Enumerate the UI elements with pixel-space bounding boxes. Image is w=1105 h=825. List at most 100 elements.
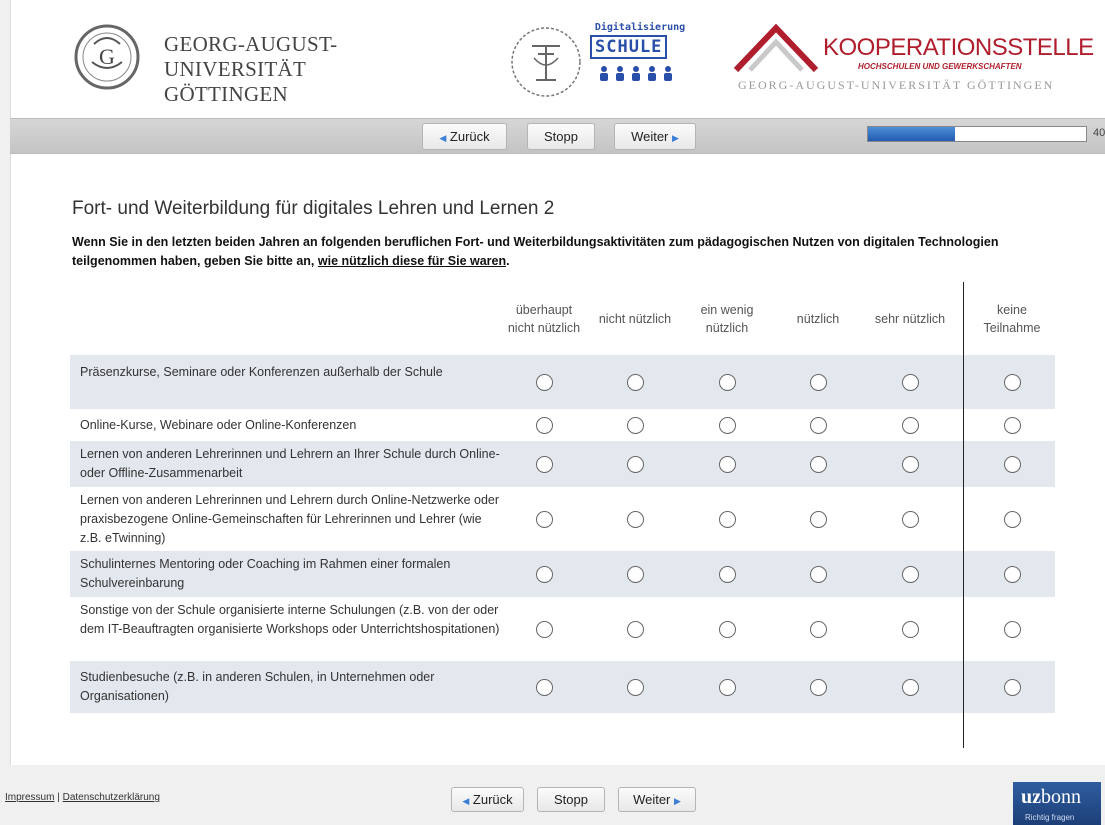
progress-label: 40% — [1093, 127, 1105, 139]
column-header: sehr nützlich — [874, 311, 946, 326]
university-name-line2: GÖTTINGEN — [164, 82, 289, 106]
radio-button[interactable] — [719, 374, 736, 391]
no-participation-divider — [963, 282, 964, 748]
radio-button[interactable] — [902, 621, 919, 638]
radio-button[interactable] — [902, 566, 919, 583]
next-arrow-icon: ▶ — [672, 133, 679, 143]
radio-button[interactable] — [810, 679, 827, 696]
question-row: Online-Kurse, Webinare oder Online-Konfe… — [70, 409, 1055, 441]
row-label: Schulinternes Mentoring oder Coaching im… — [80, 557, 451, 590]
back-button-top[interactable]: ◀ Zurück — [422, 123, 507, 150]
question-text: Wenn Sie in den letzten beiden Jahren an… — [72, 233, 1062, 271]
back-arrow-icon: ◀ — [462, 796, 470, 806]
column-header: überhaupt nicht nützlich — [507, 302, 581, 335]
question-row: Lernen von anderen Lehrerinnen und Lehre… — [70, 487, 1055, 551]
radio-button[interactable] — [627, 511, 644, 528]
radio-button[interactable] — [1004, 566, 1021, 583]
question-row: Präsenzkurse, Seminare oder Konferenzen … — [70, 355, 1055, 409]
question-row: Sonstige von der Schule organisierte int… — [70, 597, 1055, 661]
radio-button[interactable] — [902, 374, 919, 391]
radio-button[interactable] — [536, 456, 553, 473]
radio-button[interactable] — [1004, 374, 1021, 391]
digi-schule-badge: Digitalisierung SCHULE — [590, 22, 690, 102]
radio-button[interactable] — [1004, 511, 1021, 528]
radio-button[interactable] — [719, 679, 736, 696]
uzbonn-wordmark: uzbonn — [1021, 786, 1081, 808]
radio-button[interactable] — [1004, 417, 1021, 434]
question-title: Fort- und Weiterbildung für digitales Le… — [72, 198, 555, 219]
question-text-emphasis: wie nützlich diese für Sie waren — [317, 254, 507, 268]
radio-button[interactable] — [719, 417, 736, 434]
radio-button[interactable] — [719, 621, 736, 638]
grid-body: Präsenzkurse, Seminare oder Konferenzen … — [70, 355, 1055, 713]
next-arrow-icon: ▶ — [674, 796, 681, 806]
radio-button[interactable] — [810, 417, 827, 434]
university-seal-icon: G — [74, 24, 140, 90]
top-nav-bar: ◀ Zurück Stopp Weiter ▶ 40% — [10, 118, 1105, 154]
next-label: Weiter — [631, 129, 669, 144]
datenschutz-link[interactable]: Datenschutzerklärung — [63, 792, 160, 803]
radio-button[interactable] — [1004, 456, 1021, 473]
question-row: Lernen von anderen Lehrerinnen und Lehre… — [70, 441, 1055, 487]
radio-button[interactable] — [1004, 621, 1021, 638]
next-button-bottom[interactable]: Weiter ▶ — [618, 787, 696, 812]
radio-button[interactable] — [627, 456, 644, 473]
row-label: Präsenzkurse, Seminare oder Konferenzen … — [80, 365, 443, 379]
radio-button[interactable] — [627, 566, 644, 583]
progress-bar — [867, 126, 1087, 142]
back-button-bottom[interactable]: ◀ Zurück — [451, 787, 524, 812]
radio-button[interactable] — [536, 374, 553, 391]
row-label: Lernen von anderen Lehrerinnen und Lehre… — [80, 447, 500, 480]
radio-button[interactable] — [810, 374, 827, 391]
radio-button[interactable] — [627, 679, 644, 696]
digi-title: Digitalisierung — [594, 22, 686, 33]
radio-button[interactable] — [627, 374, 644, 391]
radio-button[interactable] — [902, 417, 919, 434]
row-label: Studienbesuche (z.B. in anderen Schulen,… — [80, 670, 435, 703]
footer-links: Impressum | Datenschutzerklärung — [5, 792, 160, 803]
radio-button[interactable] — [627, 417, 644, 434]
progress-fill — [868, 127, 956, 141]
radio-button[interactable] — [810, 621, 827, 638]
impressum-link[interactable]: Impressum — [5, 792, 54, 803]
next-label: Weiter — [633, 792, 671, 807]
radio-button[interactable] — [627, 621, 644, 638]
radio-button[interactable] — [810, 456, 827, 473]
koop-title: KOOPERATIONSSTELLE — [823, 34, 1094, 61]
stop-label: Stopp — [554, 792, 588, 807]
radio-button[interactable] — [536, 417, 553, 434]
radio-button[interactable] — [719, 456, 736, 473]
question-text-main: Wenn Sie in den letzten beiden Jahren an… — [72, 235, 999, 268]
koop-university: GEORG-AUGUST-UNIVERSITÄT GÖTTINGEN — [738, 78, 1055, 92]
question-row: Studienbesuche (z.B. in anderen Schulen,… — [70, 661, 1055, 713]
rating-grid: überhaupt nicht nützlich nicht nützlich ei… — [70, 282, 1055, 713]
radio-button[interactable] — [810, 566, 827, 583]
row-label: Online-Kurse, Webinare oder Online-Konfe… — [80, 417, 357, 432]
column-header: ein wenig nützlich — [700, 302, 754, 335]
grid-header: überhaupt nicht nützlich nicht nützlich ei… — [70, 282, 1055, 355]
column-header: nützlich — [796, 311, 840, 326]
radio-button[interactable] — [902, 511, 919, 528]
radio-button[interactable] — [902, 456, 919, 473]
back-label: Zurück — [449, 129, 490, 144]
radio-button[interactable] — [1004, 679, 1021, 696]
radio-button[interactable] — [810, 511, 827, 528]
stop-button-top[interactable]: Stopp — [527, 123, 595, 150]
column-header: nicht nützlich — [598, 311, 672, 326]
row-label: Sonstige von der Schule organisierte int… — [80, 602, 500, 636]
stop-button-bottom[interactable]: Stopp — [537, 787, 605, 812]
radio-button[interactable] — [536, 566, 553, 583]
radio-button[interactable] — [536, 621, 553, 638]
radio-button[interactable] — [536, 679, 553, 696]
question-text-end: . — [506, 254, 510, 268]
next-button-top[interactable]: Weiter ▶ — [614, 123, 696, 150]
uzbonn-tagline: Richtig fragen — [1025, 813, 1075, 822]
radio-button[interactable] — [536, 511, 553, 528]
university-name: GEORG-AUGUST-UNIVERSITÄT GÖTTINGEN — [164, 32, 472, 107]
radio-button[interactable] — [719, 511, 736, 528]
radio-button[interactable] — [719, 566, 736, 583]
radio-button[interactable] — [902, 679, 919, 696]
question-row: Schulinternes Mentoring oder Coaching im… — [70, 551, 1055, 597]
university-name-line1: GEORG-AUGUST-UNIVERSITÄT — [164, 32, 338, 81]
back-arrow-icon: ◀ — [439, 133, 447, 143]
